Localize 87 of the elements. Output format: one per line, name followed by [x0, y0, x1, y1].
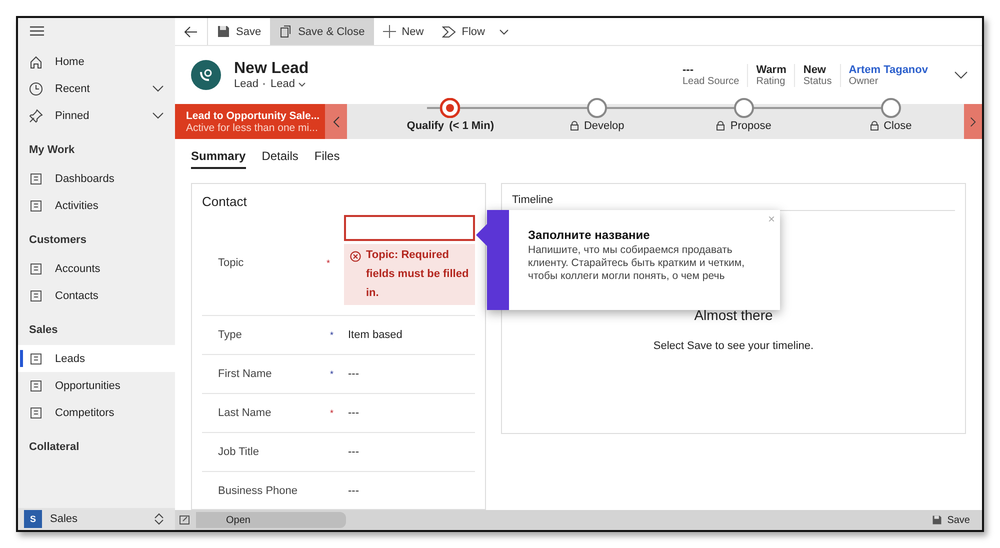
flow-icon: [442, 25, 456, 38]
process-name: Lead to Opportunity Sale...: [186, 110, 321, 122]
sidebar-item[interactable]: Accounts: [18, 255, 175, 282]
sidebar-group-title: My Work: [28, 143, 76, 158]
save-status-button[interactable]: Save: [932, 514, 982, 526]
chevron-right-icon: [970, 116, 976, 128]
app-switcher[interactable]: S Sales: [18, 508, 175, 530]
header-label: Status: [803, 76, 832, 86]
back-arrow-icon: [184, 26, 198, 38]
field-value[interactable]: Item based: [348, 329, 402, 341]
sidebar-item[interactable]: Leads: [18, 345, 175, 372]
process-stage[interactable]: Propose: [670, 98, 818, 133]
process-flag[interactable]: Lead to Opportunity Sale... Active for less than one mi...: [175, 104, 325, 139]
process-stage[interactable]: Develop: [524, 98, 670, 133]
process-stage[interactable]: Qualify (< 1 Min): [377, 98, 524, 133]
chevron-down-icon[interactable]: [152, 112, 164, 119]
field-label: Job Title: [218, 446, 260, 458]
tab[interactable]: Summary: [191, 149, 246, 169]
record-title: New Lead: [234, 60, 309, 78]
header-label: Lead Source: [682, 76, 740, 86]
sidebar-item[interactable]: Activities: [18, 192, 175, 219]
sidebar-item[interactable]: Dashboards: [18, 165, 175, 192]
required-mark: *: [330, 330, 334, 340]
required-mark: *: [330, 369, 334, 379]
header-value: New: [803, 64, 827, 76]
header-label: Rating: [756, 76, 786, 86]
open-icon[interactable]: [179, 515, 190, 525]
header-value: Warm: [756, 64, 786, 76]
entity-name: Lead: [234, 78, 258, 90]
menu-icon[interactable]: [30, 26, 44, 36]
save-close-icon: [279, 25, 292, 38]
stage-circle-icon: [734, 98, 754, 118]
required-mark: *: [326, 258, 330, 268]
empty-state-heading: Almost there: [694, 307, 773, 323]
lead-avatar-icon: [191, 60, 221, 90]
sidebar-group-title: Customers: [28, 233, 88, 248]
chevron-down-icon[interactable]: [954, 71, 968, 79]
tab[interactable]: Details: [262, 149, 298, 167]
field-label: Topic: [218, 257, 245, 269]
process-stage[interactable]: Close: [817, 98, 964, 133]
open-button[interactable]: Open: [196, 512, 346, 528]
pin-icon: [29, 108, 43, 122]
toolbar-button[interactable]: Save & Close: [270, 18, 374, 45]
sidebar-item[interactable]: Competitors: [18, 399, 175, 426]
stage-circle-icon: [880, 98, 901, 118]
popup-title: Заполните название: [528, 228, 651, 242]
error-icon: [350, 251, 361, 262]
chevron-down-icon: [498, 28, 509, 34]
target-icon: [440, 98, 460, 118]
field-value[interactable]: ---: [348, 368, 359, 380]
save-icon: [932, 515, 942, 525]
sidebar-item[interactable]: Opportunities: [18, 372, 175, 399]
chevron-left-icon: [332, 116, 340, 128]
back-button[interactable]: [175, 18, 208, 45]
field-label: Business Phone: [218, 485, 298, 497]
topic-input[interactable]: [344, 215, 475, 241]
field-label: Last Name: [218, 407, 272, 419]
field-value[interactable]: ---: [348, 485, 359, 497]
home-icon: [29, 54, 43, 68]
form-selector[interactable]: Lead: [270, 78, 306, 90]
header-value: ---: [682, 64, 694, 76]
save-icon: [217, 25, 230, 38]
field-label: Type: [218, 329, 243, 341]
process-status: Active for less than one mi...: [186, 122, 319, 134]
header-label: Owner: [848, 76, 880, 86]
sidebar-item[interactable]: Recent: [18, 75, 175, 102]
owner-link[interactable]: Artem Taganov: [848, 64, 928, 76]
sidebar-item[interactable]: Pinned: [18, 102, 175, 129]
field-label: First Name: [218, 368, 273, 380]
chevron-down-icon: [298, 82, 306, 86]
sidebar-group-title: Collateral: [28, 440, 80, 455]
chevron-down-icon[interactable]: [152, 85, 164, 92]
sidebar-group-title: Sales: [28, 323, 59, 338]
popup-text: Напишите, что мы собираемся продавать клиенту. Старайтесь быть кратким и четким, чтобы коллеги могли понять, о чем речь: [528, 244, 746, 283]
sidebar-item[interactable]: Home: [18, 48, 175, 75]
field-value[interactable]: ---: [348, 407, 359, 419]
section-title: Contact: [202, 194, 248, 209]
required-mark: *: [330, 408, 334, 418]
empty-state-message: Select Save to see your timeline.: [653, 340, 814, 352]
error-text: Topic: Required fields must be filled in.: [366, 248, 469, 301]
clock-icon: [29, 82, 43, 96]
tab[interactable]: Files: [314, 149, 340, 167]
sidebar-item[interactable]: Contacts: [18, 282, 175, 309]
stage-circle-icon: [587, 98, 608, 118]
up-down-icon: [154, 513, 164, 525]
field-value[interactable]: ---: [348, 446, 359, 458]
plus-icon: [382, 25, 396, 38]
